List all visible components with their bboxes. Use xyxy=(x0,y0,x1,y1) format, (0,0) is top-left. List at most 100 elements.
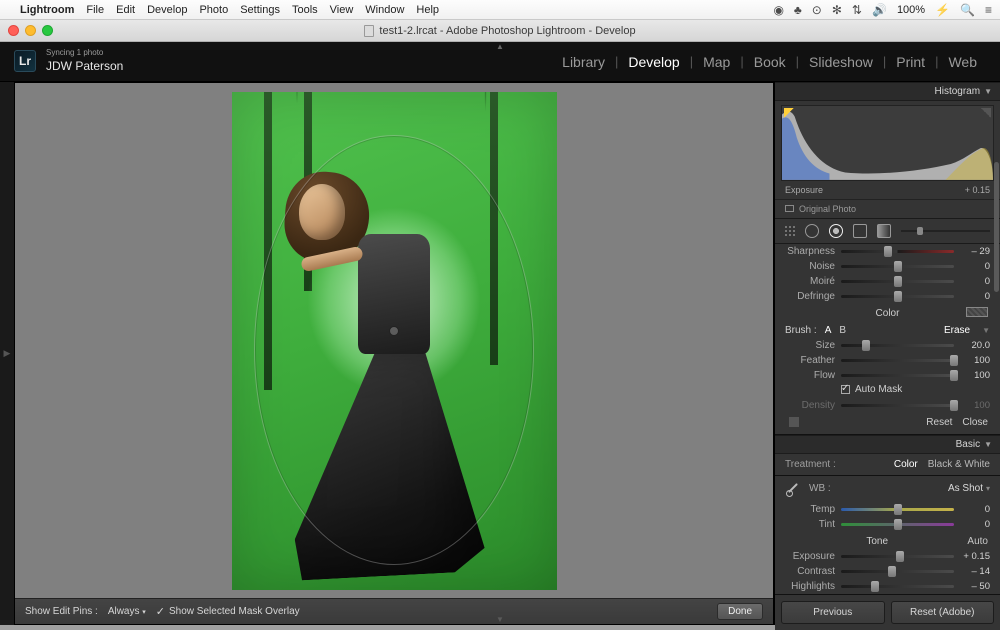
macos-menubar: Lightroom File Edit Develop Photo Settin… xyxy=(0,0,1000,20)
treatment-color-button[interactable]: Color xyxy=(894,459,918,470)
battery-percent: 100% xyxy=(897,4,925,16)
radial-filter-outline[interactable] xyxy=(254,135,534,565)
color-swatch-picker[interactable] xyxy=(966,307,988,317)
window-close-button[interactable] xyxy=(8,25,19,36)
menu-view[interactable]: View xyxy=(330,4,354,16)
brush-erase-button[interactable]: Erase xyxy=(944,325,970,336)
brush-header: Brush : A B Erase ▼ xyxy=(775,321,1000,338)
window-title: test1-2.lrcat - Adobe Photoshop Lightroo… xyxy=(379,25,635,37)
noise-slider[interactable]: Noise 0 xyxy=(775,259,1000,274)
menu-edit[interactable]: Edit xyxy=(116,4,135,16)
basic-panel-header[interactable]: Basic▼ xyxy=(775,435,1000,454)
module-map[interactable]: Map xyxy=(694,54,739,70)
original-photo-toggle[interactable]: Original Photo xyxy=(775,200,1000,219)
window-minimize-button[interactable] xyxy=(25,25,36,36)
menu-tools[interactable]: Tools xyxy=(292,4,318,16)
tone-subheader: Tone xyxy=(866,536,888,547)
module-library[interactable]: Library xyxy=(553,54,614,70)
white-balance-picker-icon[interactable] xyxy=(785,481,801,497)
panel-scrollbar[interactable] xyxy=(994,162,999,292)
module-web[interactable]: Web xyxy=(939,54,986,70)
auto-tone-button[interactable]: Auto xyxy=(967,536,988,547)
notification-center-icon[interactable]: ≡ xyxy=(985,3,992,17)
brush-reset-button[interactable]: Reset xyxy=(926,417,952,428)
menu-window[interactable]: Window xyxy=(365,4,404,16)
status-icon[interactable]: ♣ xyxy=(794,3,802,17)
sync-status: Syncing 1 photo xyxy=(46,48,123,57)
brush-options-disclosure-icon[interactable]: ▼ xyxy=(982,326,990,335)
lightroom-logo-icon: Lr xyxy=(14,50,36,72)
brush-a-button[interactable]: A xyxy=(825,325,832,336)
status-icon[interactable]: ◉ xyxy=(773,3,783,17)
brush-close-button[interactable]: Close xyxy=(962,417,988,428)
auto-mask-checkbox[interactable]: Auto Mask xyxy=(775,383,1000,398)
module-slideshow[interactable]: Slideshow xyxy=(800,54,882,70)
menu-file[interactable]: File xyxy=(86,4,104,16)
app-menu[interactable]: Lightroom xyxy=(20,4,74,16)
temp-slider[interactable]: Temp 0 xyxy=(775,502,1000,517)
window-zoom-button[interactable] xyxy=(42,25,53,36)
tint-slider[interactable]: Tint 0 xyxy=(775,517,1000,532)
menu-settings[interactable]: Settings xyxy=(240,4,280,16)
wifi-icon[interactable]: ⇅ xyxy=(852,3,862,17)
volume-icon[interactable]: 🔊 xyxy=(872,3,887,17)
graduated-filter-tool-icon[interactable] xyxy=(853,224,867,238)
exposure-slider[interactable]: Exposure + 0.15 xyxy=(775,549,1000,564)
radial-filter-tool-icon[interactable] xyxy=(829,224,843,238)
module-develop[interactable]: Develop xyxy=(619,54,688,70)
local-adjustment-tools xyxy=(775,219,1000,244)
highlight-clipping-icon[interactable] xyxy=(981,108,991,118)
bluetooth-icon[interactable]: ✻ xyxy=(832,3,842,17)
menu-develop[interactable]: Develop xyxy=(147,4,187,16)
filmstrip-toggle[interactable]: ▼ xyxy=(496,615,504,624)
treatment-label: Treatment : xyxy=(785,459,836,470)
wb-label: WB : xyxy=(809,483,831,494)
main-view: Show Edit Pins : Always ▾ ✓ Show Selecte… xyxy=(14,82,774,625)
sharpness-slider[interactable]: Sharpness – 29 xyxy=(775,244,1000,259)
top-panel-toggle[interactable]: ▲ xyxy=(496,42,504,51)
window-titlebar: test1-2.lrcat - Adobe Photoshop Lightroo… xyxy=(0,20,1000,42)
brush-b-button[interactable]: B xyxy=(839,325,846,336)
document-proxy-icon[interactable] xyxy=(364,25,374,37)
reset-button[interactable]: Reset (Adobe) xyxy=(891,601,995,624)
photo-preview[interactable] xyxy=(232,92,557,590)
histogram-readout-label: Exposure xyxy=(785,185,823,195)
left-panel-toggle[interactable]: ▶ xyxy=(0,82,14,625)
menu-photo[interactable]: Photo xyxy=(199,4,228,16)
defringe-slider[interactable]: Defringe 0 xyxy=(775,289,1000,304)
done-button[interactable]: Done xyxy=(717,603,763,620)
wb-preset-dropdown[interactable]: As Shot▾ xyxy=(948,483,990,494)
spotlight-icon[interactable]: 🔍 xyxy=(960,3,975,17)
histogram[interactable] xyxy=(781,105,994,181)
size-slider[interactable]: Size 20.0 xyxy=(775,338,1000,353)
feather-slider[interactable]: Feather 100 xyxy=(775,353,1000,368)
module-print[interactable]: Print xyxy=(887,54,934,70)
histogram-panel-header[interactable]: Histogram▼ xyxy=(775,82,1000,101)
adjustment-brush-tool-icon[interactable] xyxy=(877,224,891,238)
module-book[interactable]: Book xyxy=(745,54,795,70)
edit-pin[interactable] xyxy=(389,326,399,336)
density-slider[interactable]: Density 100 xyxy=(775,398,1000,413)
color-subheader: Color xyxy=(775,304,1000,321)
show-edit-pins-label: Show Edit Pins : xyxy=(25,606,98,617)
flow-slider[interactable]: Flow 100 xyxy=(775,368,1000,383)
moiré-slider[interactable]: Moiré 0 xyxy=(775,274,1000,289)
brush-preset-icon[interactable] xyxy=(789,417,799,427)
shadow-clipping-icon[interactable] xyxy=(784,108,794,118)
menu-help[interactable]: Help xyxy=(416,4,439,16)
image-canvas[interactable] xyxy=(15,83,773,598)
treatment-bw-button[interactable]: Black & White xyxy=(928,459,990,470)
module-picker: Library| Develop| Map| Book| Slideshow| … xyxy=(553,54,986,70)
right-panel-group: Histogram▼ Exposure + 0.15 Original Phot… xyxy=(774,82,1000,625)
contrast-slider[interactable]: Contrast – 14 xyxy=(775,564,1000,579)
show-edit-pins-dropdown[interactable]: Always ▾ xyxy=(108,606,146,617)
previous-button[interactable]: Previous xyxy=(781,601,885,624)
spot-removal-tool-icon[interactable] xyxy=(805,224,819,238)
highlights-slider[interactable]: Highlights – 50 xyxy=(775,579,1000,594)
identity-plate[interactable]: JDW Paterson xyxy=(46,59,123,73)
crop-tool-icon[interactable] xyxy=(785,226,795,236)
battery-icon[interactable]: ⚡ xyxy=(935,3,950,17)
mask-amount-slider[interactable] xyxy=(901,230,990,232)
show-mask-overlay-checkbox[interactable]: ✓ Show Selected Mask Overlay xyxy=(156,605,300,618)
status-icon[interactable]: ⊙ xyxy=(812,3,822,17)
